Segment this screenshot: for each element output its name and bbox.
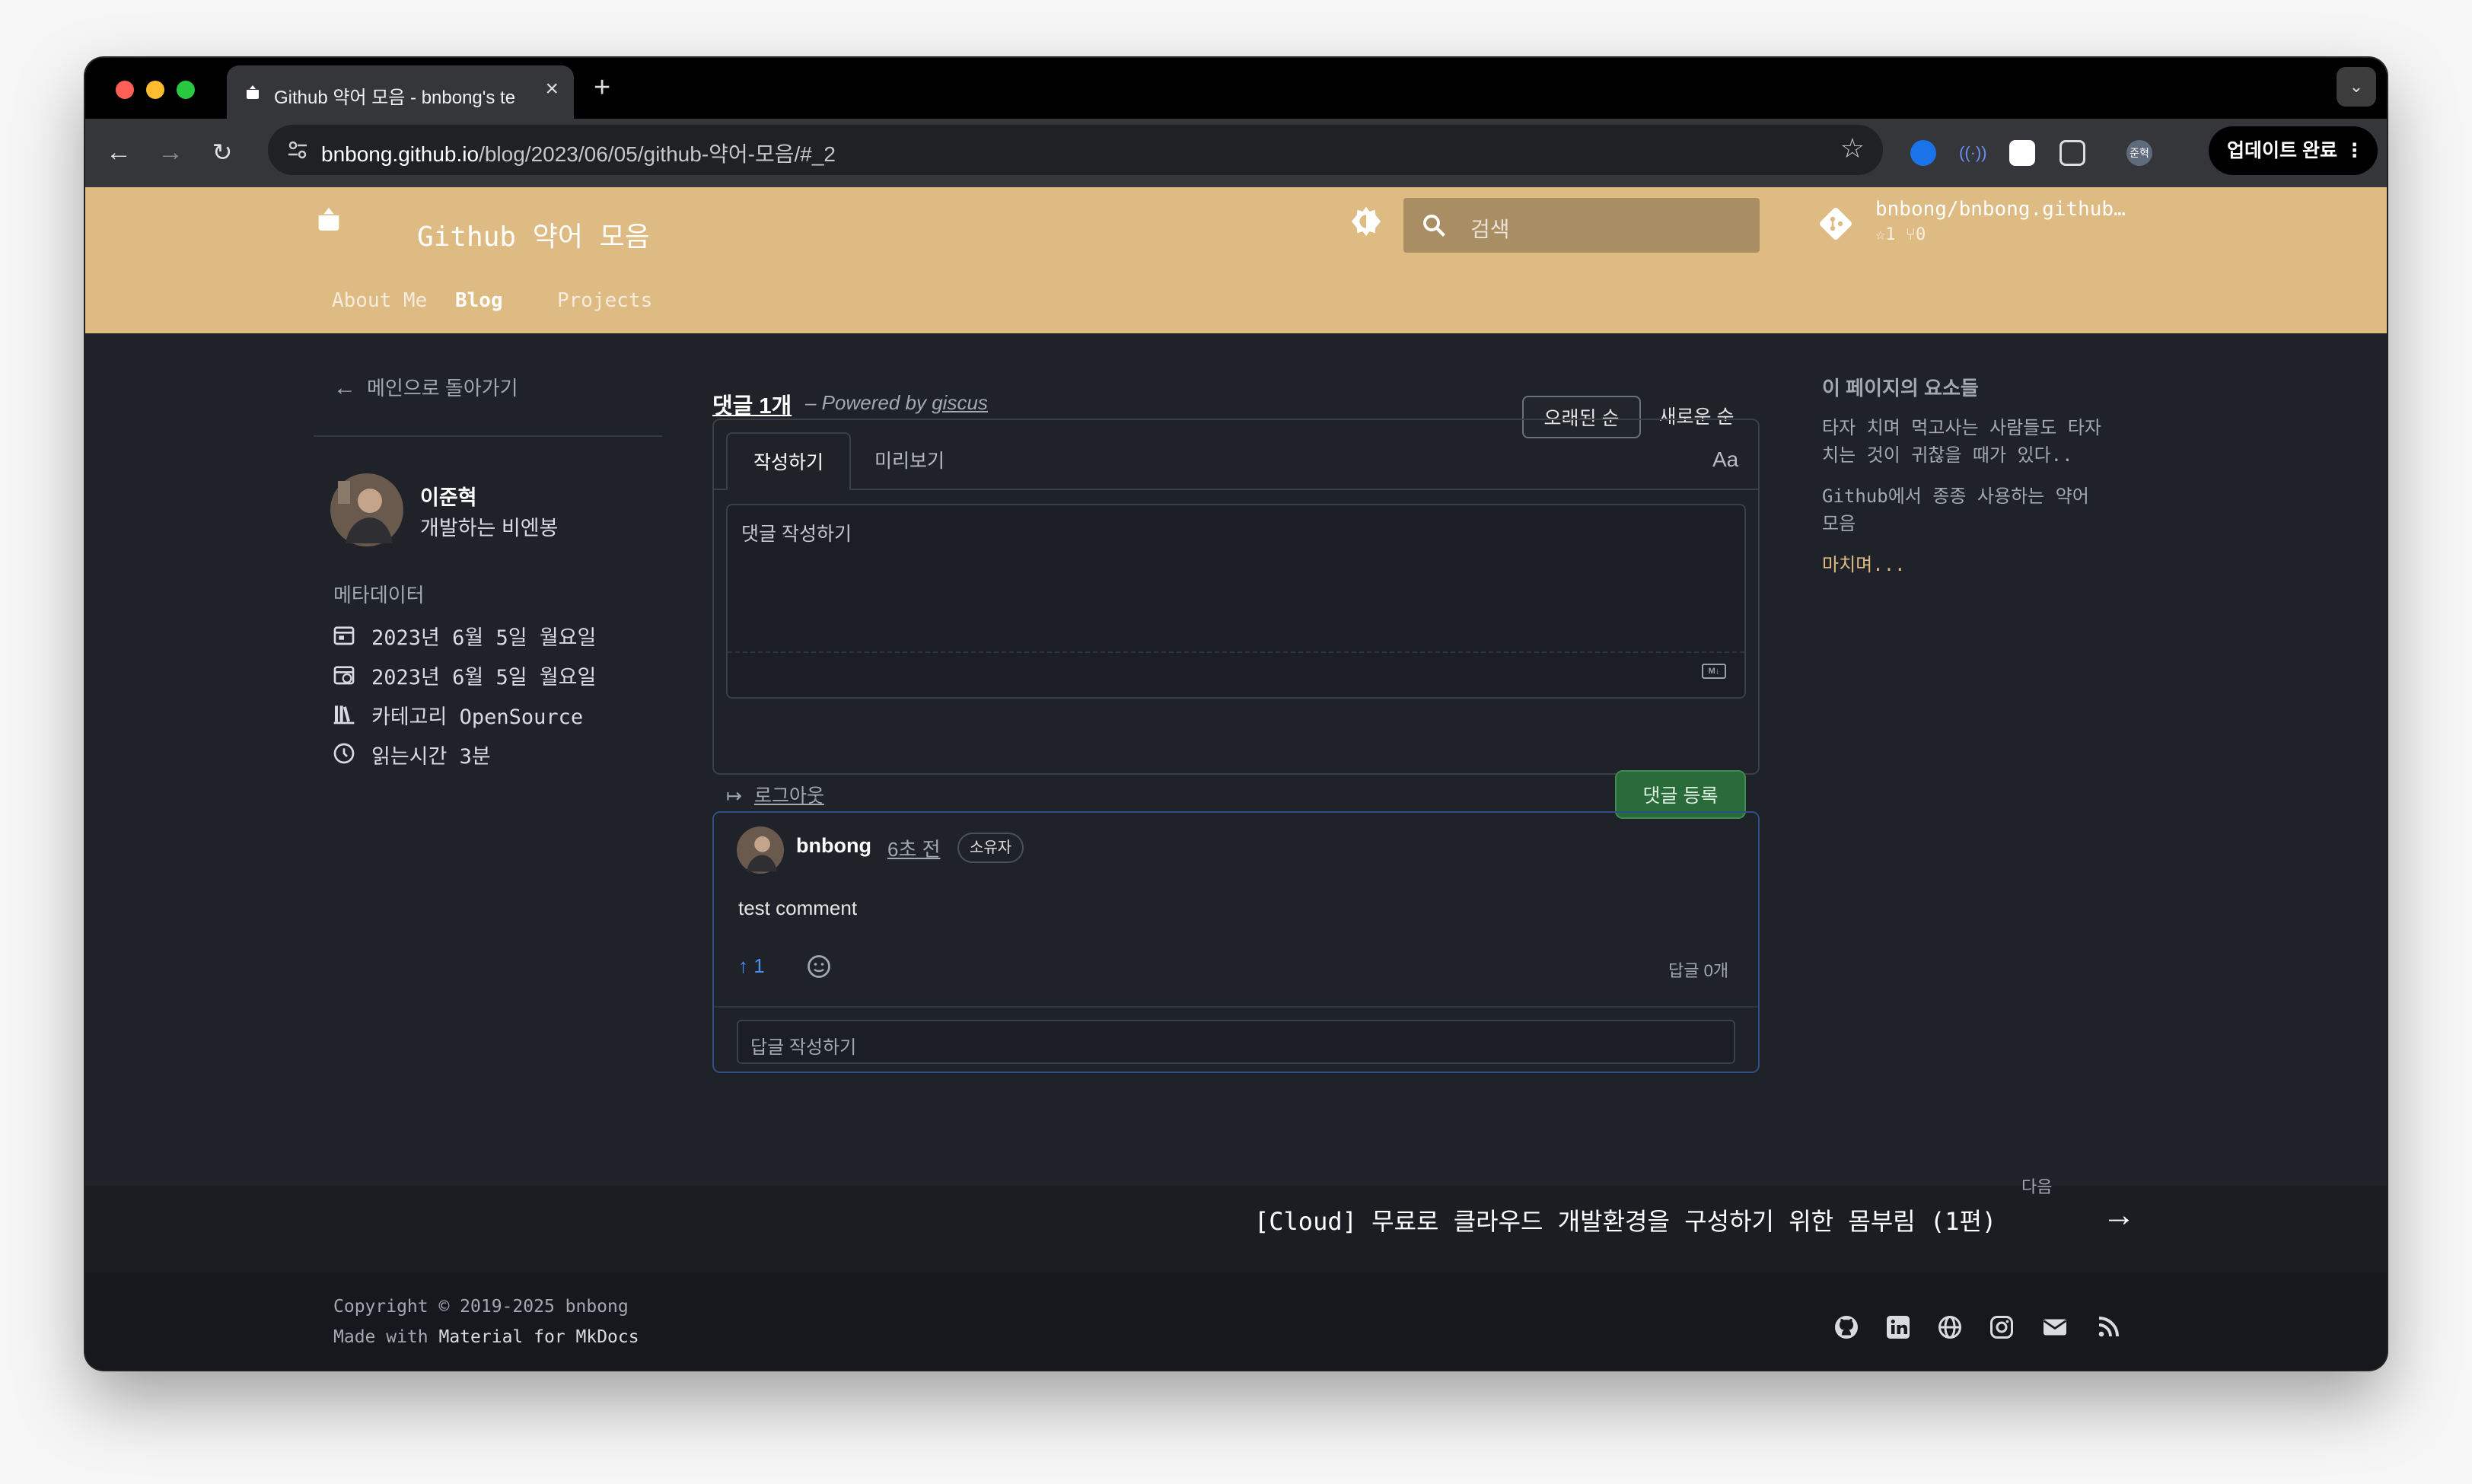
- reply-input[interactable]: 답글 작성하기: [737, 1020, 1735, 1064]
- toc-item[interactable]: 타자 치며 먹고사는 사람들도 타자: [1822, 412, 2101, 439]
- tab-preview[interactable]: 미리보기: [860, 432, 959, 490]
- format-toggle-button[interactable]: Aa: [1712, 447, 1738, 472]
- site-info-icon[interactable]: [286, 139, 309, 161]
- commenter-avatar[interactable]: [737, 826, 784, 874]
- owner-badge: 소유자: [957, 833, 1024, 863]
- arrow-left-icon: ←: [333, 375, 356, 400]
- category-label: 카테고리 OpenSource: [371, 705, 584, 729]
- upvote-button[interactable]: ↑ 1: [738, 954, 765, 978]
- tab-title: Github 약어 모음 - bnbong's te: [274, 88, 516, 108]
- update-button[interactable]: 업데이트 완료 ⋮: [2209, 126, 2378, 175]
- nav-projects[interactable]: Projects: [557, 289, 652, 312]
- reply-placeholder: 답글 작성하기: [750, 1037, 857, 1058]
- created-date: 2023년 6월 5일 월요일: [371, 626, 597, 650]
- toc-title: 이 페이지의 요소들: [1822, 377, 1979, 400]
- next-post-link[interactable]: [Cloud] 무료로 클라우드 개발환경을 구성하기 위한 몸부림 (1편): [1254, 1202, 1996, 1237]
- arrow-right-icon[interactable]: →: [2102, 1196, 2136, 1234]
- add-reaction-icon[interactable]: [805, 953, 833, 980]
- made-with: Made with Material for MkDocs: [333, 1327, 639, 1347]
- site-logo-icon[interactable]: [314, 204, 344, 234]
- toc-item[interactable]: Github에서 종종 사용하는 약어: [1822, 481, 2089, 508]
- textarea-separator: [728, 651, 1744, 653]
- nav-blog[interactable]: Blog: [455, 289, 503, 312]
- site-header: Github 약어 모음 About Me Blog Projects 검색 b…: [85, 187, 2387, 333]
- repo-stars: 1: [1885, 225, 1896, 244]
- address-bar[interactable]: bnbong.github.io/blog/2023/06/05/github-…: [268, 125, 1883, 175]
- nav-about-me[interactable]: About Me: [332, 289, 427, 312]
- comment-count[interactable]: 댓글 1개: [712, 388, 792, 420]
- calendar-icon: [333, 626, 355, 645]
- browser-tab[interactable]: Github 약어 모음 - bnbong's te ×: [227, 65, 574, 119]
- author-bio: 개발하는 비엔봉: [420, 517, 559, 540]
- globe-icon[interactable]: [1936, 1314, 1964, 1341]
- repo-stats: ☆1 ⑂0: [1875, 225, 1926, 244]
- comment-body: test comment: [738, 896, 858, 919]
- instagram-icon[interactable]: [1988, 1314, 2015, 1341]
- library-icon: [333, 705, 355, 724]
- giscus-link[interactable]: giscus: [932, 391, 988, 414]
- toc-item[interactable]: 치는 것이 귀찮을 때가 있다..: [1822, 440, 2073, 467]
- textarea-placeholder: 댓글 작성하기: [741, 524, 852, 545]
- markdown-icon: M↓: [1702, 664, 1726, 679]
- comment-textarea[interactable]: 댓글 작성하기 M↓: [726, 504, 1746, 699]
- url-text: bnbong.github.io/blog/2023/06/05/github-…: [321, 142, 836, 166]
- bookmark-star-icon[interactable]: ☆: [1840, 132, 1865, 164]
- tab-strip: Github 약어 모음 - bnbong's te × + ⌄: [85, 58, 2387, 119]
- extension-wave-icon[interactable]: ((·)): [1959, 140, 1987, 166]
- linkedin-icon[interactable]: [1884, 1314, 1912, 1341]
- clock-icon: [333, 743, 355, 764]
- repo-forks: 0: [1915, 225, 1926, 244]
- reading-time: 읽는시간 3분: [371, 745, 491, 769]
- profile-avatar[interactable]: 준혁: [2126, 140, 2152, 166]
- arrow-up-icon: ↑: [738, 954, 748, 977]
- mkdocs-link[interactable]: Material for MkDocs: [438, 1327, 639, 1347]
- search-placeholder: 검색: [1470, 218, 1510, 241]
- close-window-button[interactable]: [116, 81, 134, 99]
- close-tab-icon[interactable]: ×: [545, 78, 559, 100]
- git-icon[interactable]: [1817, 205, 1854, 242]
- commenter-name[interactable]: bnbong: [796, 834, 871, 858]
- upvote-count: 1: [753, 954, 765, 977]
- rss-icon[interactable]: [2095, 1314, 2122, 1341]
- mail-icon[interactable]: [2041, 1314, 2069, 1341]
- browser-window: Github 약어 모음 - bnbong's te × + ⌄ ← → ↻ b…: [85, 58, 2387, 1370]
- toc-item[interactable]: 모음: [1822, 508, 1856, 535]
- back-to-main-link[interactable]: ← 메인으로 돌아가기: [333, 373, 518, 401]
- github-icon[interactable]: [1833, 1314, 1860, 1341]
- maximize-window-button[interactable]: [177, 81, 195, 99]
- reply-divider: [714, 1006, 1758, 1008]
- logout-icon: ↦: [726, 785, 742, 807]
- powered-by: – Powered by giscus: [805, 391, 988, 414]
- tab-search-button[interactable]: ⌄: [2337, 67, 2376, 107]
- minimize-window-button[interactable]: [146, 81, 164, 99]
- forward-button[interactable]: →: [154, 135, 187, 169]
- toc-item-active[interactable]: 마치며...: [1822, 549, 1906, 576]
- comment-time[interactable]: 6초 전: [887, 834, 941, 862]
- author-avatar: [330, 473, 403, 546]
- updated-date: 2023년 6월 5일 월요일: [371, 666, 597, 689]
- next-label: 다음: [2021, 1177, 2053, 1196]
- repo-name[interactable]: bnbong/bnbong.github…: [1875, 198, 2126, 221]
- extension-f-icon[interactable]: [2009, 140, 2035, 166]
- author-name: 이준혁: [420, 486, 477, 509]
- site-favicon-icon: [247, 85, 259, 99]
- back-button[interactable]: ←: [102, 135, 135, 169]
- tab-write[interactable]: 작성하기: [726, 432, 851, 490]
- theme-toggle-icon[interactable]: [1349, 204, 1384, 239]
- search-icon: [1423, 215, 1445, 237]
- new-tab-button[interactable]: +: [594, 73, 610, 102]
- sidebar-divider: [314, 435, 662, 437]
- search-input[interactable]: 검색: [1403, 198, 1760, 253]
- extension-check-icon[interactable]: [1910, 140, 1936, 166]
- calendar-clock-icon: [333, 666, 355, 685]
- metadata-title: 메타데이터: [333, 584, 425, 607]
- logout-link[interactable]: ↦ 로그아웃: [726, 781, 824, 808]
- site-title[interactable]: Github 약어 모음: [417, 215, 650, 254]
- copyright: Copyright © 2019-2025 bnbong: [333, 1297, 629, 1317]
- reply-count: 답글 0개: [1668, 961, 1729, 980]
- reload-button[interactable]: ↻: [205, 135, 239, 169]
- extensions-puzzle-icon[interactable]: [2059, 140, 2085, 166]
